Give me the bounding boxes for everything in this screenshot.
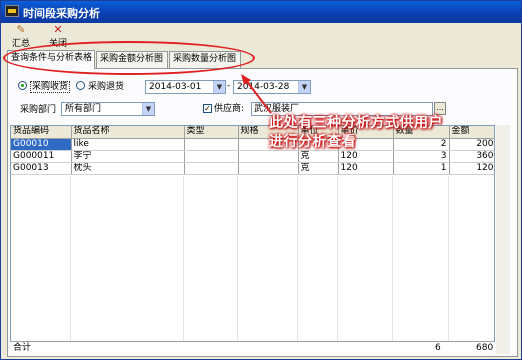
vertical-scrollbar[interactable] [496, 125, 510, 354]
close-button[interactable]: ✕ 关闭 [41, 24, 75, 50]
cell[interactable]: 1 [393, 162, 450, 175]
column-divider [70, 176, 71, 353]
column-divider [183, 176, 184, 353]
cell[interactable] [184, 162, 239, 175]
col-header[interactable]: 货品名称 [71, 126, 185, 139]
totals-label: 合计 [13, 343, 32, 353]
chevron-down-icon[interactable]: ▼ [142, 103, 154, 115]
cell[interactable]: 克 [298, 162, 339, 175]
totals-row: 合计 6 680 [10, 341, 495, 354]
cell[interactable]: 枕头 [71, 162, 185, 175]
totals-amount: 680 [476, 343, 494, 353]
column-divider [297, 176, 298, 353]
cell[interactable]: 李宁 [71, 150, 185, 163]
date-from-value: 2014-03-01 [149, 82, 202, 92]
supplier-checkbox[interactable]: ✓ [203, 104, 212, 113]
radio-receive-label: 采购收货 [30, 81, 71, 93]
radio-unselected-icon [76, 81, 85, 90]
radio-selected-icon [18, 81, 27, 90]
column-divider [337, 176, 338, 353]
tab-amount-chart[interactable]: 采购金额分析图 [96, 51, 168, 68]
cell[interactable]: 120 [449, 162, 494, 175]
chevron-down-icon[interactable]: ▼ [298, 81, 310, 93]
column-divider [237, 176, 238, 353]
radio-return[interactable]: 采购退货 [76, 81, 124, 93]
radio-receive[interactable]: 采购收货 [18, 81, 71, 93]
date-separator: - [227, 81, 231, 91]
cell[interactable]: G00010 [11, 138, 72, 151]
column-divider [392, 176, 393, 353]
chevron-down-icon[interactable]: ▼ [213, 81, 225, 93]
tab-strip: 查询条件与分析表格 采购金额分析图 采购数量分析图 [7, 50, 517, 69]
dept-label: 采购部门 [20, 105, 57, 115]
table-row[interactable]: G00013 枕头 克 120 1 120 [11, 162, 494, 175]
cell[interactable] [184, 138, 239, 151]
annotation-text: 此处有三种分析方式供用户 进行分析查看 [269, 114, 443, 152]
col-header[interactable]: 货品编码 [11, 126, 72, 139]
date-from-picker[interactable]: 2014-03-01 ▼ [145, 80, 226, 94]
cell[interactable]: 120 [338, 162, 394, 175]
annotation-line-2: 进行分析查看 [269, 134, 356, 150]
cell[interactable]: 200 [449, 138, 494, 151]
summary-icon: ✎ [16, 23, 26, 36]
col-header[interactable]: 类型 [184, 126, 239, 139]
annotation-line-1: 此处有三种分析方式供用户 [269, 115, 443, 131]
data-grid: 货品编码 货品名称 类型 规格 单位 单价 数量 金额 G00010 like [10, 125, 495, 354]
cell[interactable] [238, 162, 299, 175]
cell[interactable]: like [71, 138, 185, 151]
tab-query-table[interactable]: 查询条件与分析表格 [7, 50, 95, 69]
cell[interactable]: 360 [449, 150, 494, 163]
dept-select[interactable]: 所有部门 ▼ [61, 102, 155, 116]
totals-qty: 6 [435, 343, 441, 353]
tab-quantity-chart[interactable]: 采购数量分析图 [169, 51, 241, 68]
cell[interactable]: G000011 [11, 150, 72, 163]
cell[interactable] [184, 150, 239, 163]
col-header[interactable]: 金额 [449, 126, 494, 139]
window: 时间段采购分析 ✎ 汇总 ✕ 关闭 查询条件与分析表格 采购金额分析图 采购数量… [0, 0, 522, 360]
title-bar: 时间段采购分析 [1, 1, 521, 23]
dept-value: 所有部门 [65, 104, 102, 114]
column-divider [448, 176, 449, 353]
summary-label: 汇总 [11, 39, 30, 49]
window-title: 时间段采购分析 [23, 7, 100, 20]
close-icon: ✕ [53, 23, 63, 36]
app-icon [5, 5, 19, 17]
toolbar: ✎ 汇总 ✕ 关闭 [2, 23, 521, 51]
close-label: 关闭 [48, 39, 67, 49]
summary-button[interactable]: ✎ 汇总 [4, 24, 38, 50]
cell[interactable]: G00013 [11, 162, 72, 175]
radio-return-label: 采购退货 [88, 82, 125, 92]
annotation-arrow [241, 74, 272, 114]
